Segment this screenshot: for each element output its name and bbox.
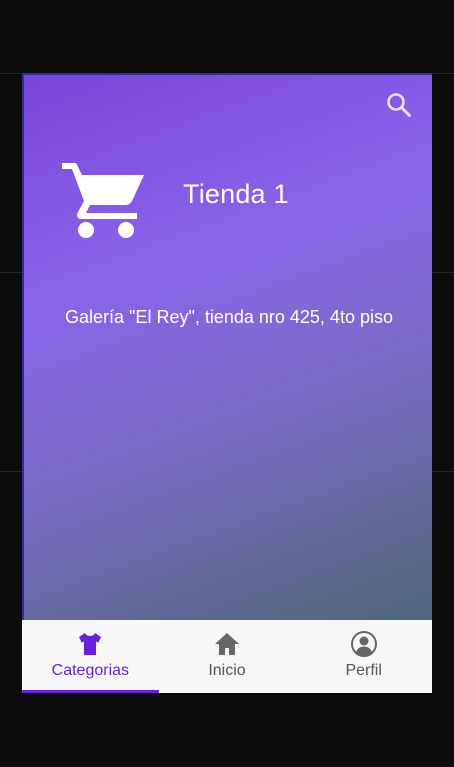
device-frame: Tienda 1 Galería "El Rey", tienda nro 42… <box>0 0 454 767</box>
shopping-cart-icon <box>62 163 144 238</box>
frame-divider <box>0 73 22 74</box>
nav-tab-inicio[interactable]: Inicio <box>159 620 296 693</box>
profile-icon <box>350 631 377 657</box>
search-button[interactable] <box>386 92 412 118</box>
app-screen: Tienda 1 Galería "El Rey", tienda nro 42… <box>22 73 432 693</box>
store-title: Tienda 1 <box>183 179 289 209</box>
nav-tab-perfil[interactable]: Perfil <box>295 620 432 693</box>
store-detail-panel: Tienda 1 Galería "El Rey", tienda nro 42… <box>22 73 432 620</box>
store-address: Galería "El Rey", tienda nro 425, 4to pi… <box>65 307 393 327</box>
nav-label: Categorias <box>51 662 130 679</box>
frame-divider <box>0 471 22 472</box>
nav-tab-categorias[interactable]: Categorias <box>22 620 159 693</box>
frame-divider <box>0 272 22 273</box>
bottom-navigation: Categorias Inicio Perfil <box>22 620 432 693</box>
frame-divider <box>432 73 454 74</box>
home-icon <box>215 633 239 655</box>
frame-divider <box>432 471 454 472</box>
tshirt-icon <box>79 633 102 655</box>
nav-label: Inicio <box>208 662 246 679</box>
frame-divider <box>432 272 454 273</box>
search-icon <box>387 93 411 117</box>
nav-label: Perfil <box>345 662 382 679</box>
